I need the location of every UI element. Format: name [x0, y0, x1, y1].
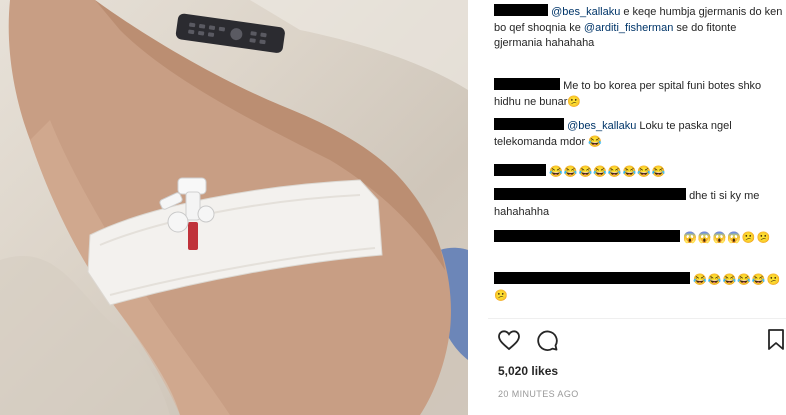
divider: [488, 318, 786, 319]
comment-icon[interactable]: [534, 328, 560, 352]
redacted-username: [494, 230, 680, 242]
comment-item: 😂😂😂😂😂😂😂😂: [494, 164, 784, 181]
redacted-username: [494, 272, 690, 284]
comment-emoji: 😂😂😂😂😂😂😂😂: [549, 166, 667, 178]
comments-panel: @bes_kallaku e keqe humbja gjermanis do …: [468, 0, 786, 415]
bookmark-icon[interactable]: [766, 328, 786, 352]
mention-link[interactable]: @arditi_fisherman: [584, 22, 673, 34]
heart-icon[interactable]: [496, 328, 522, 352]
comment-emoji: 😱😱😱😱😕😕: [683, 232, 772, 244]
comment-item: @bes_kallaku e keqe humbja gjermanis do …: [494, 4, 784, 52]
photo-illustration: [0, 0, 468, 415]
remote-control: [175, 13, 285, 53]
comment-emoji: 😂: [588, 135, 603, 148]
redacted-username: [494, 164, 546, 176]
mention-link[interactable]: @bes_kallaku: [551, 6, 620, 18]
comment-item: 😱😱😱😱😕😕: [494, 230, 784, 247]
mention-link[interactable]: @bes_kallaku: [567, 120, 636, 132]
comment-emoji: 😕: [567, 95, 583, 108]
likes-count[interactable]: 5,020 likes: [498, 364, 558, 378]
redacted-username: [494, 78, 560, 90]
redacted-username: [494, 4, 548, 16]
redacted-username: [494, 118, 564, 130]
action-bar: [496, 328, 786, 358]
comment-item: 😂😂😂😂😂😕😕: [494, 272, 784, 304]
comment-item: dhe ti si ky me hahahahha: [494, 188, 784, 220]
post-timestamp[interactable]: 20 MINUTES AGO: [498, 389, 579, 399]
comment-item: @bes_kallaku Loku te paska ngel telekoma…: [494, 118, 784, 150]
post-photo: [0, 0, 468, 415]
comment-item: Me to bo korea per spital funi botes shk…: [494, 78, 784, 110]
redacted-username: [494, 188, 686, 200]
